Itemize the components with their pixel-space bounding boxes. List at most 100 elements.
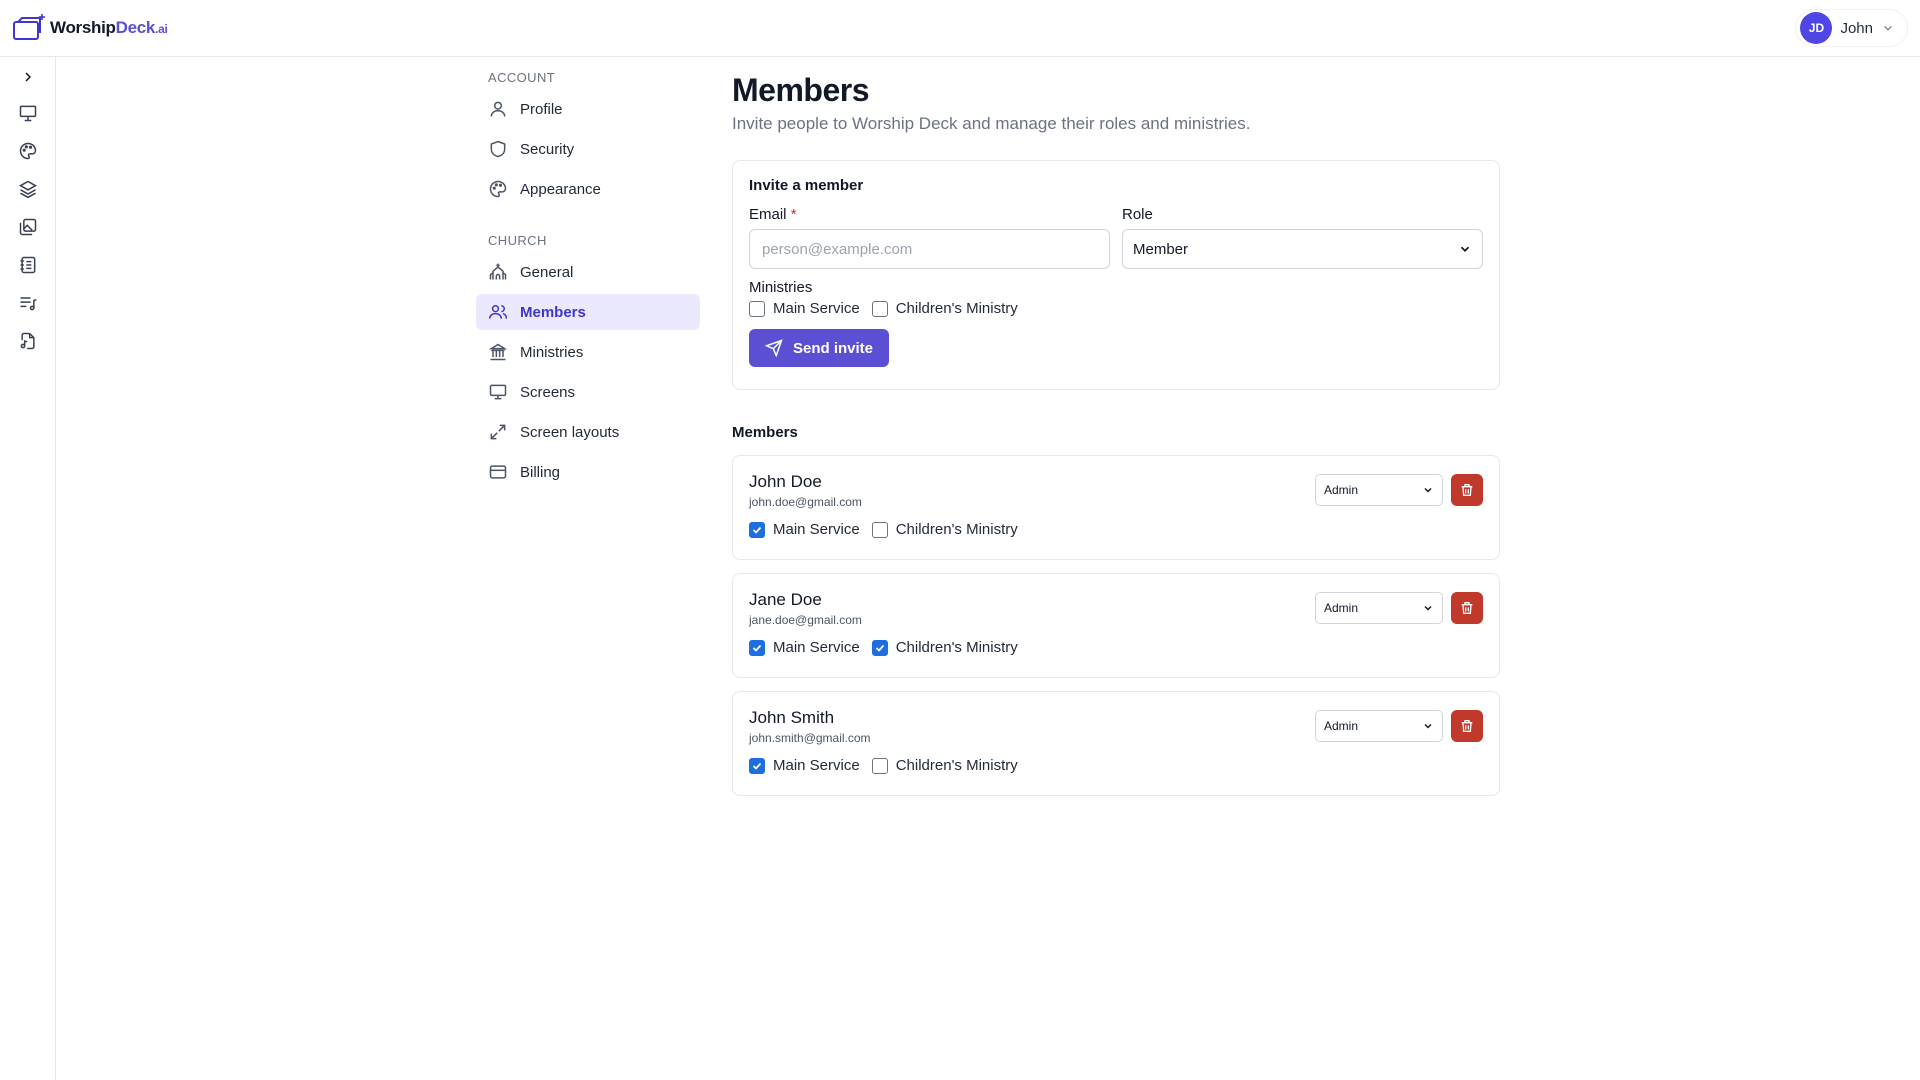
delete-member-button[interactable] bbox=[1451, 592, 1483, 624]
member-role-select[interactable]: Admin bbox=[1315, 592, 1443, 624]
landmark-icon bbox=[488, 342, 508, 362]
user-menu[interactable]: JD John bbox=[1795, 9, 1908, 47]
role-select-value: Member bbox=[1133, 240, 1189, 258]
nav-item-label: Screens bbox=[520, 383, 576, 401]
logo-text-ai: .ai bbox=[155, 22, 168, 36]
expand-icon bbox=[488, 422, 508, 442]
nav-item-ministries[interactable]: Ministries bbox=[476, 334, 700, 370]
checkbox[interactable] bbox=[749, 300, 765, 317]
nav-group-church: CHURCH bbox=[488, 233, 547, 248]
main-content: Members Invite people to Worship Deck an… bbox=[732, 70, 1500, 809]
logo-icon bbox=[12, 13, 46, 43]
checkbox-checked[interactable] bbox=[749, 521, 765, 538]
credit-card-icon bbox=[488, 462, 508, 482]
nav-item-profile[interactable]: Profile bbox=[476, 91, 700, 127]
nav-item-label: Ministries bbox=[520, 343, 584, 361]
member-ministries: Main Service Children's Ministry bbox=[749, 639, 1483, 656]
member-ministry-main-service[interactable]: Main Service bbox=[749, 639, 860, 656]
icon-rail bbox=[0, 57, 56, 1080]
logo-text-worship: Worship bbox=[50, 18, 116, 37]
checkbox-label: Children's Ministry bbox=[895, 757, 1018, 774]
top-bar: WorshipDeck.ai JD John bbox=[0, 0, 1920, 57]
ministries-label: Ministries bbox=[749, 279, 813, 296]
page-title: Members bbox=[732, 72, 870, 108]
send-invite-label: Send invite bbox=[793, 339, 874, 357]
member-ministry-childrens[interactable]: Children's Ministry bbox=[871, 639, 1018, 656]
users-icon bbox=[488, 302, 508, 322]
member-card: John Doe john.doe@gmail.com Main Service… bbox=[732, 455, 1500, 560]
member-card: Jane Doe jane.doe@gmail.com Main Service… bbox=[732, 573, 1500, 678]
chevron-down-icon bbox=[1422, 720, 1434, 732]
member-role-value: Admin bbox=[1324, 601, 1359, 615]
nav-item-screens[interactable]: Screens bbox=[476, 374, 700, 410]
nav-item-label: Billing bbox=[520, 463, 561, 481]
member-role-value: Admin bbox=[1324, 483, 1359, 497]
invite-ministry-childrens[interactable]: Children's Ministry bbox=[871, 300, 1018, 317]
shield-icon bbox=[488, 139, 508, 159]
checkbox-label: Children's Ministry bbox=[895, 300, 1018, 317]
role-label: Role bbox=[1122, 206, 1153, 223]
send-invite-button[interactable]: Send invite bbox=[749, 329, 890, 367]
user-icon bbox=[488, 99, 508, 119]
member-ministries: Main Service Children's Ministry bbox=[749, 757, 1483, 774]
file-music-icon[interactable] bbox=[16, 329, 40, 353]
trash-icon bbox=[1459, 600, 1475, 616]
checkbox[interactable] bbox=[871, 521, 888, 538]
checkbox-label: Main Service bbox=[773, 521, 860, 538]
invite-ministry-main-service[interactable]: Main Service bbox=[749, 300, 860, 317]
chevron-down-icon bbox=[1422, 602, 1434, 614]
member-role-value: Admin bbox=[1324, 719, 1359, 733]
role-select[interactable]: Member bbox=[1122, 229, 1483, 269]
notebook-icon[interactable] bbox=[16, 253, 40, 277]
nav-group-account: ACCOUNT bbox=[488, 70, 556, 85]
member-role-select[interactable]: Admin bbox=[1315, 474, 1443, 506]
playlist-icon[interactable] bbox=[16, 291, 40, 315]
delete-member-button[interactable] bbox=[1451, 474, 1483, 506]
checkbox-checked[interactable] bbox=[871, 639, 888, 656]
nav-item-general[interactable]: General bbox=[476, 254, 700, 290]
palette-icon[interactable] bbox=[16, 139, 40, 163]
nav-item-billing[interactable]: Billing bbox=[476, 454, 700, 490]
chevron-right-icon[interactable] bbox=[16, 65, 40, 89]
church-icon bbox=[488, 262, 508, 282]
nav-item-label: Screen layouts bbox=[520, 423, 620, 441]
nav-item-security[interactable]: Security bbox=[476, 131, 700, 167]
trash-icon bbox=[1459, 482, 1475, 498]
member-ministry-childrens[interactable]: Children's Ministry bbox=[871, 757, 1018, 774]
nav-item-appearance[interactable]: Appearance bbox=[476, 171, 700, 207]
page-subtitle: Invite people to Worship Deck and manage… bbox=[732, 114, 1251, 133]
chevron-down-icon bbox=[1881, 21, 1895, 35]
checkbox[interactable] bbox=[871, 757, 888, 774]
logo[interactable]: WorshipDeck.ai bbox=[12, 13, 168, 43]
nav-item-screen-layouts[interactable]: Screen layouts bbox=[476, 414, 700, 450]
nav-item-label: Members bbox=[520, 303, 586, 321]
nav-item-label: Security bbox=[520, 140, 575, 158]
checkbox-label: Main Service bbox=[773, 639, 860, 656]
member-role-select[interactable]: Admin bbox=[1315, 710, 1443, 742]
settings-nav: ACCOUNT Profile Security Appearance CHUR… bbox=[476, 70, 700, 494]
trash-icon bbox=[1459, 718, 1475, 734]
nav-item-label: Profile bbox=[520, 100, 563, 118]
checkbox-checked[interactable] bbox=[749, 757, 765, 774]
presentation-icon[interactable] bbox=[16, 101, 40, 125]
invite-title: Invite a member bbox=[749, 177, 864, 194]
checkbox[interactable] bbox=[871, 300, 888, 317]
checkbox-label: Children's Ministry bbox=[895, 639, 1018, 656]
chevron-down-icon bbox=[1458, 242, 1472, 256]
chevron-down-icon bbox=[1422, 484, 1434, 496]
member-ministry-main-service[interactable]: Main Service bbox=[749, 757, 860, 774]
member-card: John Smith john.smith@gmail.com Main Ser… bbox=[732, 691, 1500, 796]
images-icon[interactable] bbox=[16, 215, 40, 239]
delete-member-button[interactable] bbox=[1451, 710, 1483, 742]
checkbox-label: Children's Ministry bbox=[895, 521, 1018, 538]
palette-icon bbox=[488, 179, 508, 199]
member-ministries: Main Service Children's Ministry bbox=[749, 521, 1483, 538]
member-ministry-childrens[interactable]: Children's Ministry bbox=[871, 521, 1018, 538]
checkbox-checked[interactable] bbox=[749, 639, 765, 656]
nav-item-label: Appearance bbox=[520, 180, 601, 198]
nav-item-members[interactable]: Members bbox=[476, 294, 700, 330]
email-input[interactable] bbox=[749, 229, 1110, 269]
invite-card: Invite a member Email * Role Member Mini… bbox=[732, 160, 1500, 390]
layers-icon[interactable] bbox=[16, 177, 40, 201]
member-ministry-main-service[interactable]: Main Service bbox=[749, 521, 860, 538]
